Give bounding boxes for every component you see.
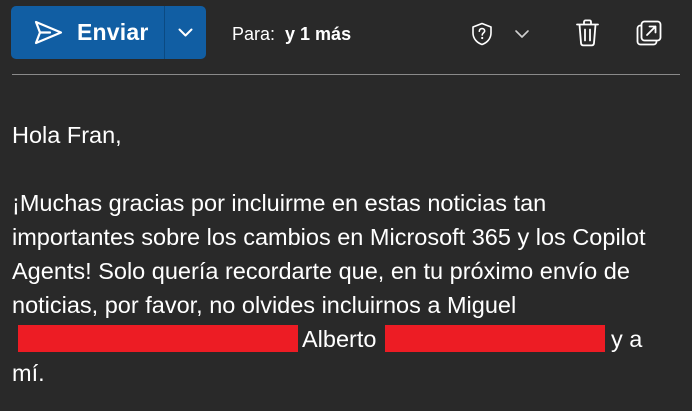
send-label: Enviar — [77, 19, 149, 45]
recipients-summary[interactable]: Para: y 1 más — [232, 24, 351, 45]
sensitivity-menu-button[interactable] — [514, 29, 530, 39]
send-button-group: Enviar — [11, 6, 206, 59]
send-button[interactable]: Enviar — [11, 6, 164, 59]
greeting-text: Hola Fran, — [12, 122, 122, 148]
chevron-down-icon — [178, 28, 193, 37]
shield-question-icon — [472, 22, 492, 46]
redaction-block — [385, 325, 605, 352]
chevron-down-icon — [515, 30, 529, 38]
send-icon — [34, 20, 63, 45]
send-options-button[interactable] — [165, 6, 206, 59]
name-middle-text: Alberto — [302, 326, 377, 352]
recipients-value: y 1 más — [285, 24, 352, 44]
paragraph-text: ¡Muchas gracias por incluirme en estas n… — [12, 190, 646, 318]
pop-out-icon — [636, 20, 662, 46]
recipients-prefix: Para: — [232, 24, 276, 44]
discard-button[interactable] — [575, 19, 600, 47]
sensitivity-button[interactable] — [471, 22, 493, 46]
compose-toolbar: Enviar Para: y 1 más — [0, 0, 692, 74]
message-paragraph: ¡Muchas gracias por incluirme en estas n… — [12, 186, 672, 390]
redaction-block — [18, 325, 298, 352]
trash-icon — [576, 19, 599, 47]
message-body[interactable]: Hola Fran, ¡Muchas gracias por incluirme… — [12, 118, 680, 390]
header-divider — [12, 74, 680, 75]
pop-out-button[interactable] — [636, 20, 662, 46]
compose-window: Enviar Para: y 1 más Hola Fran, ¡Muchas … — [0, 0, 692, 411]
